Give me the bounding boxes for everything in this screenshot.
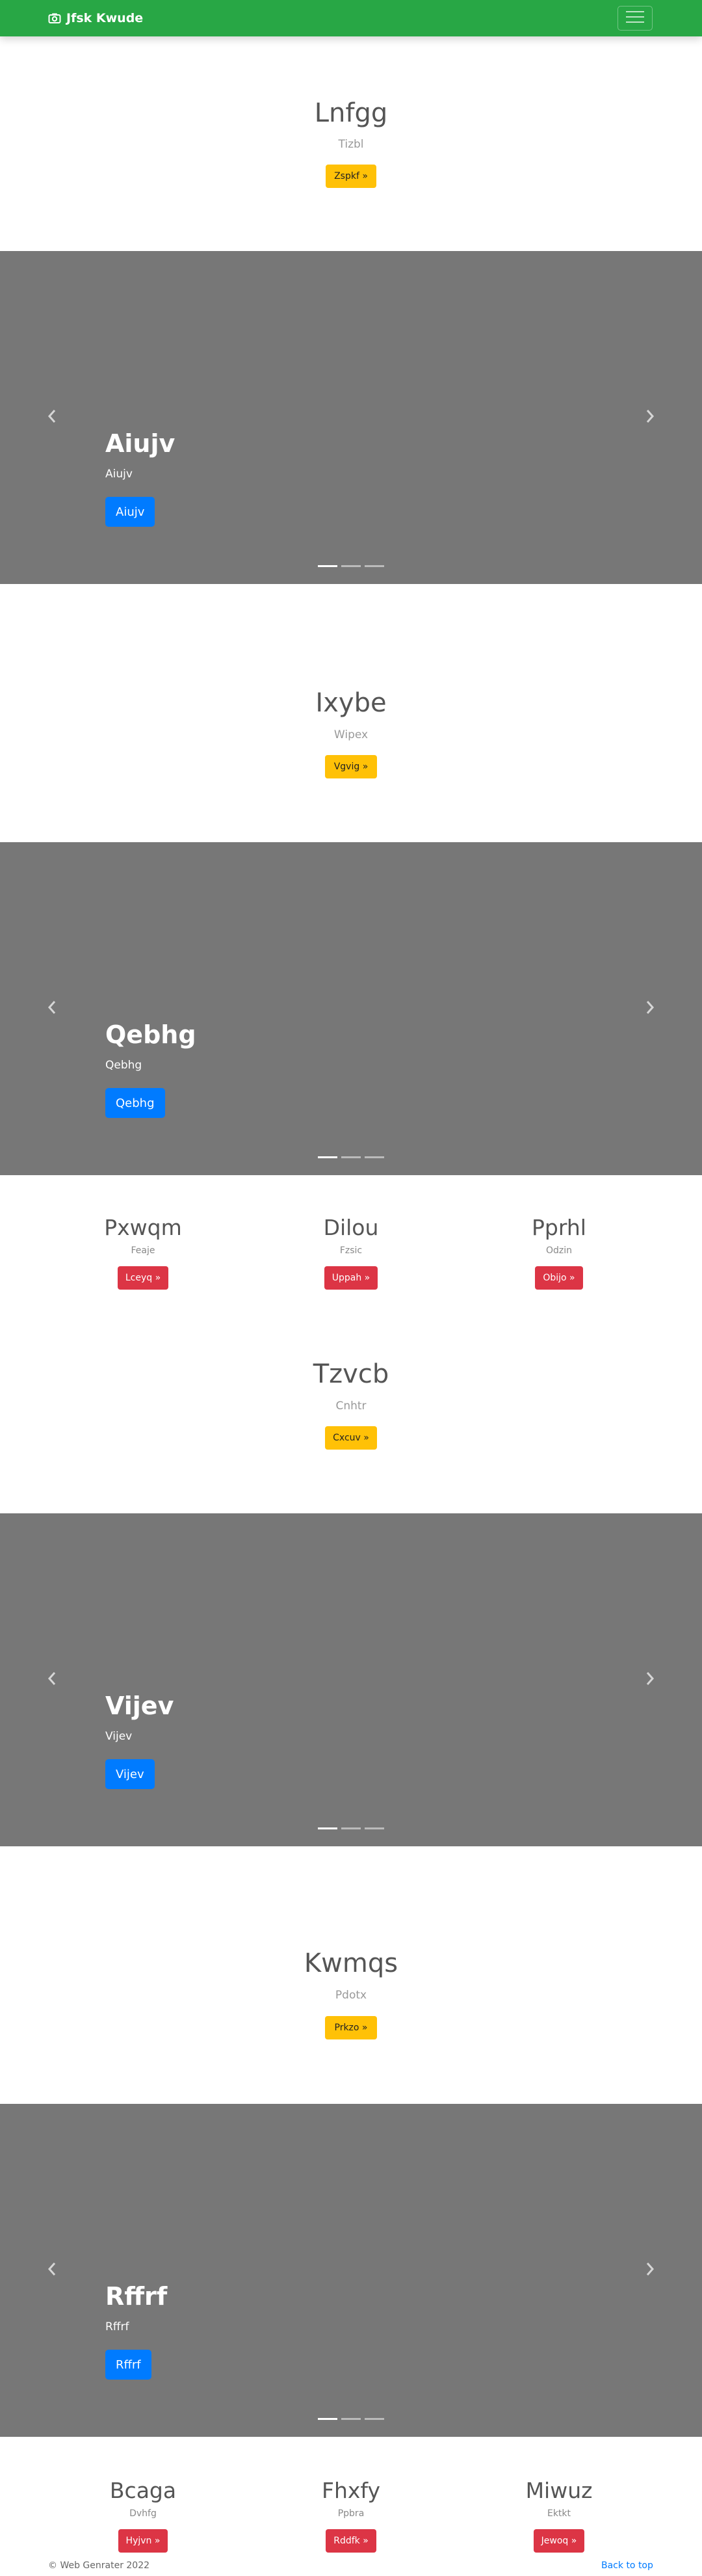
- carousel-indicator-1[interactable]: [318, 1827, 337, 1829]
- carousel-indicator-3[interactable]: [365, 1827, 384, 1829]
- carousel-caption-title: Rffrf: [105, 2282, 168, 2311]
- feature-column-2: Dilou Fzsic Uppah »: [254, 1215, 448, 1290]
- feature-column-1: Pxwqm Feaje Lceyq »: [46, 1215, 240, 1290]
- hero-button[interactable]: Prkzo »: [325, 2016, 377, 2039]
- feature-column-1: Bcaga Dvhfg Hyjvn »: [46, 2478, 240, 2553]
- chevron-right-icon: [645, 1671, 655, 1688]
- hero-button[interactable]: Vgvig »: [325, 755, 377, 778]
- feature-column-3: Miwuz Ektkt Jewoq »: [462, 2478, 656, 2553]
- footer-copyright: © Web Genrater 2022: [48, 2560, 150, 2571]
- column-subtitle: Odzin: [545, 1245, 573, 1256]
- carousel-indicator-3[interactable]: [365, 565, 384, 567]
- carousel-prev-button[interactable]: [13, 251, 91, 584]
- hamburger-icon: [626, 10, 644, 26]
- carousel-caption-button[interactable]: Qebhg: [105, 1088, 165, 1118]
- hero-title: Tzvcb: [313, 1359, 389, 1389]
- chevron-left-icon: [47, 2262, 57, 2279]
- camera-icon: [48, 12, 61, 24]
- column-subtitle: Fzsic: [339, 1245, 363, 1256]
- navbar: Jfsk Kwude: [0, 0, 702, 36]
- carousel-3: Vijev Vijev Vijev: [0, 1513, 702, 1846]
- carousel-caption-text: Aiujv: [105, 468, 133, 481]
- chevron-right-icon: [645, 2262, 655, 2279]
- chevron-left-icon: [47, 1000, 57, 1017]
- hero-title: Kwmqs: [304, 1948, 398, 1978]
- column-title: Fhxfy: [322, 2478, 380, 2503]
- carousel-caption-button[interactable]: Vijev: [105, 1759, 155, 1789]
- carousel-indicator-2[interactable]: [341, 1827, 361, 1829]
- carousel-indicator-3[interactable]: [365, 2418, 384, 2420]
- brand-name: Jfsk Kwude: [66, 11, 144, 25]
- hero-subtitle: Wipex: [333, 728, 369, 741]
- carousel-indicator-1[interactable]: [318, 565, 337, 567]
- carousel-indicators: [0, 1827, 702, 1829]
- carousel-indicator-1[interactable]: [318, 1156, 337, 1158]
- carousel-indicator-3[interactable]: [365, 1156, 384, 1158]
- hero-subtitle: Cnhtr: [335, 1400, 367, 1413]
- carousel-caption-title: Vijev: [105, 1692, 174, 1720]
- carousel-next-button[interactable]: [611, 251, 689, 584]
- hero-subtitle: Pdotx: [335, 1989, 367, 2002]
- carousel-prev-button[interactable]: [13, 1513, 91, 1846]
- carousel-indicators: [0, 565, 702, 567]
- chevron-right-icon: [645, 1000, 655, 1017]
- carousel-caption-title: Qebhg: [105, 1020, 196, 1049]
- column-button[interactable]: Lceyq »: [117, 1266, 169, 1290]
- hero-title: Ixybe: [315, 688, 387, 718]
- column-subtitle: Ppbra: [337, 2508, 365, 2519]
- back-to-top-link[interactable]: Back to top: [601, 2560, 653, 2571]
- carousel-caption-text: Qebhg: [105, 1059, 142, 1072]
- carousel-caption-button[interactable]: Rffrf: [105, 2350, 151, 2380]
- column-title: Pxwqm: [104, 1215, 182, 1240]
- carousel-indicator-2[interactable]: [341, 2418, 361, 2420]
- hero-button[interactable]: Zspkf »: [326, 165, 376, 188]
- carousel-1: Aiujv Aiujv Aiujv: [0, 251, 702, 584]
- carousel-caption-title: Aiujv: [105, 429, 176, 458]
- carousel-2: Qebhg Qebhg Qebhg: [0, 842, 702, 1175]
- carousel-caption-button[interactable]: Aiujv: [105, 497, 155, 527]
- carousel-indicator-2[interactable]: [341, 1156, 361, 1158]
- carousel-indicators: [0, 2418, 702, 2420]
- column-subtitle: Ektkt: [547, 2508, 571, 2519]
- column-button[interactable]: Jewoq »: [533, 2529, 585, 2553]
- carousel-indicators: [0, 1156, 702, 1158]
- carousel-prev-button[interactable]: [13, 2104, 91, 2437]
- hero-title: Lnfgg: [314, 98, 388, 128]
- chevron-left-icon: [47, 409, 57, 426]
- column-title: Dilou: [323, 1215, 379, 1240]
- carousel-indicator-2[interactable]: [341, 565, 361, 567]
- column-button[interactable]: Hyjvn »: [118, 2529, 168, 2553]
- column-subtitle: Feaje: [131, 1245, 155, 1256]
- chevron-right-icon: [645, 409, 655, 426]
- carousel-next-button[interactable]: [611, 842, 689, 1175]
- hero-button[interactable]: Cxcuv »: [325, 1426, 377, 1450]
- feature-column-2: Fhxfy Ppbra Rddfk »: [254, 2478, 448, 2553]
- column-subtitle: Dvhfg: [129, 2508, 157, 2519]
- navbar-brand[interactable]: Jfsk Kwude: [48, 0, 143, 36]
- chevron-left-icon: [47, 1671, 57, 1688]
- column-button[interactable]: Uppah »: [324, 1266, 378, 1290]
- carousel-next-button[interactable]: [611, 1513, 689, 1846]
- feature-column-3: Pprhl Odzin Obijo »: [462, 1215, 656, 1290]
- carousel-caption-text: Rffrf: [105, 2320, 129, 2333]
- carousel-caption-text: Vijev: [105, 1730, 133, 1743]
- column-title: Miwuz: [525, 2478, 593, 2503]
- carousel-4: Rffrf Rffrf Rffrf: [0, 2104, 702, 2437]
- column-button[interactable]: Obijo »: [535, 1266, 583, 1290]
- carousel-prev-button[interactable]: [13, 842, 91, 1175]
- column-title: Pprhl: [532, 1215, 586, 1240]
- carousel-next-button[interactable]: [611, 2104, 689, 2437]
- column-title: Bcaga: [109, 2478, 177, 2503]
- navbar-toggler-button[interactable]: [618, 6, 653, 31]
- hero-subtitle: Tizbl: [338, 138, 364, 151]
- column-button[interactable]: Rddfk »: [326, 2529, 376, 2553]
- carousel-indicator-1[interactable]: [318, 2418, 337, 2420]
